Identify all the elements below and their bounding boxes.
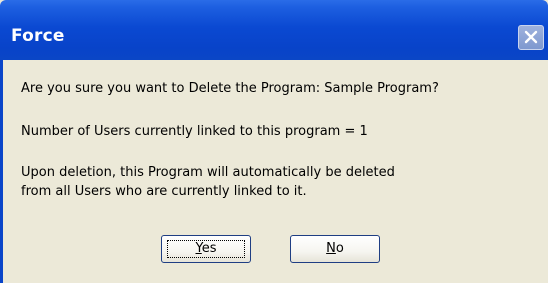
- dialog-title: Force: [11, 26, 65, 46]
- no-button-label: o: [335, 241, 344, 256]
- no-button[interactable]: No: [290, 235, 380, 263]
- yes-button[interactable]: Yes: [161, 235, 251, 263]
- close-button[interactable]: [518, 25, 544, 50]
- title-bar[interactable]: Force: [0, 0, 548, 60]
- confirm-message: Are you sure you want to Delete the Prog…: [21, 81, 439, 96]
- yes-button-accesskey: Y: [195, 241, 202, 256]
- deletion-note-line2: from all Users who are currently linked …: [21, 184, 307, 199]
- window-left-border: [0, 60, 3, 283]
- close-icon: [524, 30, 538, 44]
- yes-button-label: es: [201, 241, 217, 256]
- deletion-note-line1: Upon deletion, this Program will automat…: [21, 165, 395, 180]
- no-button-accesskey: N: [326, 241, 336, 256]
- users-linked-message: Number of Users currently linked to this…: [21, 124, 368, 139]
- dialog-window: Force Are you sure you want to Delete th…: [0, 0, 548, 283]
